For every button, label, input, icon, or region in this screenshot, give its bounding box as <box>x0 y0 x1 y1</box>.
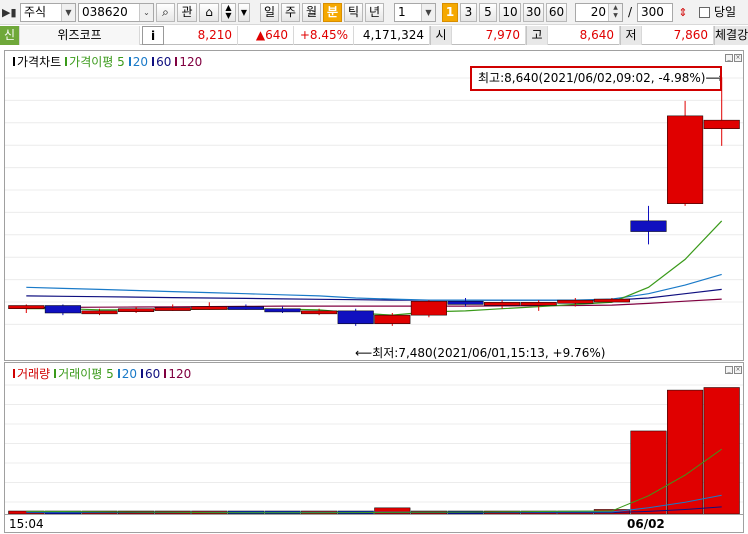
info-button[interactable]: i <box>142 26 164 45</box>
count-value: 20 <box>590 5 606 19</box>
interval-button-5[interactable]: 5 <box>479 3 497 22</box>
chevron-down-icon[interactable]: ▼ <box>421 4 435 21</box>
candle-body <box>44 305 81 314</box>
candle-body <box>410 300 447 316</box>
price-chart-pane[interactable]: 가격차트 가격이평 5 20 60 120 _ × 최고:8,640(2021/06/0… <box>4 50 744 361</box>
trade-strength-label: 체결강 <box>714 26 748 45</box>
chevron-down-icon[interactable]: ▼ <box>61 4 75 21</box>
stock-code-value: 038620 <box>82 5 128 19</box>
open-price: 7,970 <box>452 26 526 45</box>
volume-bar <box>703 387 740 514</box>
stepper-icon[interactable]: ▲ ▼ <box>608 4 622 21</box>
price-change: ▲640 <box>238 26 294 45</box>
candle-body <box>301 310 338 315</box>
stock-name: 위즈코프 <box>20 26 140 45</box>
zoom-icon[interactable]: ⇕ <box>675 4 691 21</box>
panel-toggle-icon[interactable]: ▶▮ <box>2 5 17 20</box>
count-separator: / <box>627 5 633 19</box>
market-type-value: 주식 <box>24 5 47 19</box>
low-label: 저 <box>620 26 642 45</box>
stamp-icon: ⌂ <box>205 5 213 19</box>
open-label: 시 <box>430 26 452 45</box>
search-icon: ⌕ <box>162 5 169 19</box>
interval-select[interactable]: 1 ▼ <box>394 3 436 22</box>
more-dropdown-button[interactable]: ▼ <box>238 3 250 22</box>
chart-window: ▶▮ 주식 ▼ 038620 ⌄ ⌕ 관 ⌂ ▲ ▼ ▼ 일주월분틱년 1 ▼ 1 35… <box>0 0 748 534</box>
candle-body <box>630 220 667 232</box>
time-axis: 15:04 06/02 <box>4 515 744 533</box>
toolbar: ▶▮ 주식 ▼ 038620 ⌄ ⌕ 관 ⌂ ▲ ▼ ▼ 일주월분틱년 1 ▼ 1 35… <box>0 0 748 25</box>
same-day-checkbox[interactable] <box>699 7 710 18</box>
count-total-value: 300 <box>641 5 664 19</box>
count-input[interactable]: 20 ▲ ▼ <box>575 3 623 22</box>
volume-chart <box>5 384 743 514</box>
candle-body <box>337 310 374 324</box>
same-day-label: 당일 <box>714 5 737 19</box>
candle-body <box>374 314 411 324</box>
interval-button-30[interactable]: 30 <box>523 3 544 22</box>
high-annotation: 최고:8,640(2021/06/02,09:02, -4.98%)⟶ <box>470 66 722 91</box>
interval-button-60[interactable]: 60 <box>546 3 567 22</box>
vol_ma5-line <box>26 448 722 514</box>
search-button[interactable]: ⌕ <box>156 3 175 22</box>
candle-body <box>447 300 484 305</box>
chevron-down-icon[interactable]: ⌄ <box>139 4 153 21</box>
interest-button[interactable]: 관 <box>177 3 197 22</box>
candle-body <box>118 308 155 312</box>
candle-body <box>593 298 630 303</box>
low-annotation: ⟵최저:7,480(2021/06/01,15:13, +9.76%) <box>355 346 606 360</box>
candle-body <box>703 119 740 129</box>
info-icon: i <box>150 29 156 43</box>
market-badge: 신 <box>0 26 20 45</box>
candle-body <box>154 307 191 311</box>
count-total-input[interactable]: 300 <box>637 3 673 22</box>
candle-body <box>484 302 521 306</box>
stock-code-input[interactable]: 038620 ⌄ <box>78 3 154 22</box>
volume-chart-pane[interactable]: 거래량 거래이평 5 20 60 120 _ × <box>4 362 744 515</box>
interval-button-10[interactable]: 10 <box>499 3 521 22</box>
period-tab-0[interactable]: 일 <box>260 3 279 22</box>
price-change-pct: +8.45% <box>294 26 354 45</box>
chevron-down-icon: ▼ <box>240 8 248 17</box>
low-price: 7,860 <box>642 26 714 45</box>
interval-badge[interactable]: 1 <box>442 3 458 22</box>
updown-icon: ▲ ▼ <box>225 3 232 20</box>
price-chart <box>5 77 743 326</box>
candle-body <box>81 310 118 315</box>
candle-body <box>191 306 228 310</box>
candle-body <box>264 308 301 313</box>
candle-body <box>8 305 45 309</box>
high-price: 8,640 <box>548 26 620 45</box>
time-axis-date-label: 06/02 <box>627 517 665 531</box>
interval-value: 1 <box>398 5 406 19</box>
scroll-updown-button[interactable]: ▲ ▼ <box>221 3 236 22</box>
market-type-select[interactable]: 주식 ▼ <box>20 3 76 22</box>
high-label: 고 <box>526 26 548 45</box>
period-tab-3[interactable]: 분 <box>323 3 342 22</box>
trade-volume: 4,171,324 <box>354 26 430 45</box>
volume-bar <box>667 389 704 514</box>
candle-body <box>667 115 704 204</box>
ma20-line <box>26 273 722 301</box>
candle-body <box>227 306 264 310</box>
quote-bar: 신 위즈코프 i 8,210 ▲640 +8.45% 4,171,324 시 7… <box>0 26 748 45</box>
period-tab-2[interactable]: 월 <box>302 3 321 22</box>
current-price: 8,210 <box>166 26 238 45</box>
candle-body <box>520 302 557 306</box>
period-tab-4[interactable]: 틱 <box>344 3 363 22</box>
period-tab-1[interactable]: 주 <box>281 3 300 22</box>
volume-bar <box>630 430 667 514</box>
interval-button-3[interactable]: 3 <box>460 3 477 22</box>
candle-body <box>557 299 594 304</box>
stamp-button[interactable]: ⌂ <box>199 3 219 22</box>
period-tab-5[interactable]: 년 <box>365 3 384 22</box>
time-axis-start-label: 15:04 <box>9 517 44 531</box>
